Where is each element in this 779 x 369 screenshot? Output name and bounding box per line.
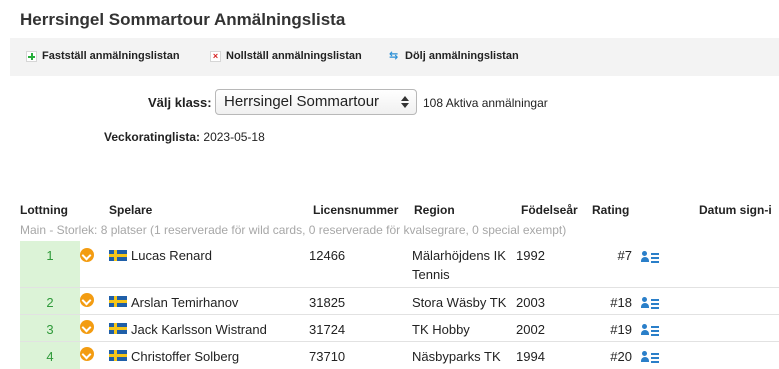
license-number: 31724 (309, 322, 346, 337)
page-title: Herrsingel Sommartour Anmälningslista (20, 10, 346, 29)
hide-list-label: Dölj anmälningslistan (405, 50, 519, 62)
table-row: 4 Christoffer Solberg 73710 Näsbyparks T… (0, 342, 779, 369)
region: Näsbyparks TK (412, 349, 501, 364)
active-count: 108 Aktiva anmälningar (423, 96, 548, 110)
player-details-icon[interactable] (641, 297, 659, 309)
license-number: 12466 (309, 248, 346, 263)
header-rating[interactable]: Rating (592, 203, 629, 217)
table-row: 1 Lucas Renard 12466 Mälarhöjdens IK Ten… (0, 241, 779, 288)
license-number: 73710 (309, 349, 346, 364)
table-row: 3 Jack Karlsson Wistrand 31724 TK Hobby … (0, 315, 779, 342)
chevron-down-icon[interactable] (80, 248, 94, 262)
lot-number: 3 (20, 315, 80, 342)
region-line2: Tennis (412, 267, 450, 282)
section-info: Main - Storlek: 8 platser (1 reserverade… (20, 223, 567, 237)
lot-number: 2 (20, 288, 80, 315)
toolbar: Fastställ anmälningslistan × Nollställ a… (10, 38, 779, 76)
player-details-icon[interactable] (641, 351, 659, 363)
sweden-flag-icon (109, 323, 127, 334)
lot-number: 1 (20, 241, 80, 288)
reset-list-label: Nollställ anmälningslistan (226, 50, 362, 62)
player-details-icon[interactable] (641, 324, 659, 336)
header-lottning[interactable]: Lottning (20, 203, 68, 217)
region: Stora Wäsby TK (412, 295, 507, 310)
hide-list-button[interactable]: ⇆ Dölj anmälningslistan (389, 50, 519, 62)
license-number: 31825 (309, 295, 346, 310)
player-name[interactable]: Christoffer Solberg (131, 349, 239, 364)
birth-year: 2003 (516, 295, 545, 310)
x-icon: × (210, 50, 221, 62)
ranking: #19 (610, 322, 632, 337)
arrows-icon: ⇆ (389, 49, 399, 62)
ranking: #18 (610, 295, 632, 310)
region: TK Hobby (412, 322, 470, 337)
table-row: 2 Arslan Temirhanov 31825 Stora Wäsby TK… (0, 288, 779, 315)
birth-year: 1992 (516, 248, 545, 263)
confirm-list-button[interactable]: Fastställ anmälningslistan (26, 50, 180, 62)
ranking: #7 (617, 248, 632, 263)
region: Mälarhöjdens IK (412, 248, 506, 263)
player-details-icon[interactable] (641, 251, 659, 263)
class-select-value: Herrsingel Sommartour (224, 93, 380, 110)
chevron-down-icon[interactable] (80, 293, 94, 307)
header-fodelsear[interactable]: Födelseår (521, 203, 578, 217)
ranking-list-date: 2023-05-18 (203, 130, 265, 144)
header-region[interactable]: Region (414, 203, 455, 217)
class-select[interactable]: Herrsingel Sommartour (215, 89, 417, 115)
select-caret-icon (400, 95, 410, 109)
header-datum[interactable]: Datum sign-i (699, 203, 772, 217)
confirm-list-label: Fastställ anmälningslistan (42, 50, 180, 62)
birth-year: 1994 (516, 349, 545, 364)
reset-list-button[interactable]: × Nollställ anmälningslistan (210, 50, 362, 62)
sweden-flag-icon (109, 250, 127, 261)
plus-icon (26, 50, 37, 62)
player-name[interactable]: Jack Karlsson Wistrand (131, 322, 267, 337)
sweden-flag-icon (109, 296, 127, 307)
header-spelare[interactable]: Spelare (109, 203, 152, 217)
chevron-down-icon[interactable] (80, 347, 94, 361)
sweden-flag-icon (109, 350, 127, 361)
ranking-list-label: Veckoratinglista: (104, 130, 201, 144)
ranking: #20 (610, 349, 632, 364)
player-name[interactable]: Lucas Renard (131, 248, 212, 263)
class-select-label: Välj klass: (148, 95, 212, 110)
lot-number: 4 (20, 342, 80, 369)
birth-year: 2002 (516, 322, 545, 337)
header-licensnummer[interactable]: Licensnummer (313, 203, 398, 217)
player-name[interactable]: Arslan Temirhanov (131, 295, 238, 310)
chevron-down-icon[interactable] (80, 320, 94, 334)
ranking-list: Veckoratinglista: 2023-05-18 (104, 130, 265, 144)
